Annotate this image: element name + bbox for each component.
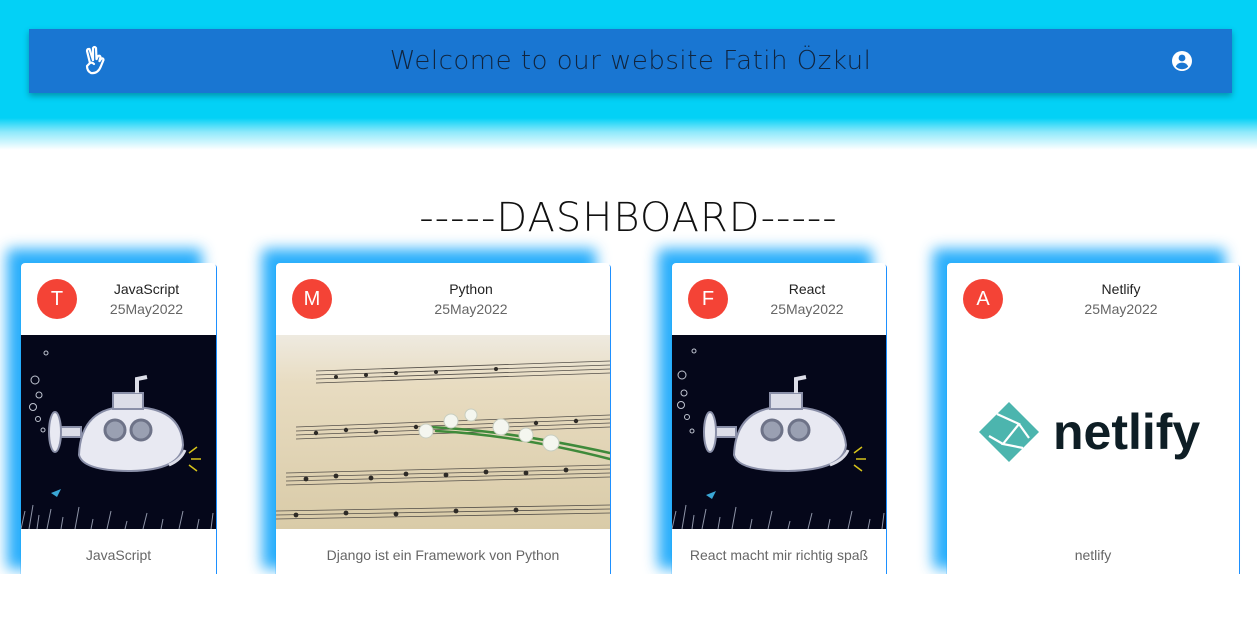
account-circle-icon[interactable]: [1170, 49, 1194, 73]
card-date: 25May2022: [109, 301, 184, 317]
submarine-illustration: [21, 335, 216, 529]
card-header: T JavaScript 25May2022: [21, 263, 216, 335]
app-bar: Welcome to our website Fatih Özkul: [29, 29, 1232, 93]
card-header: A Netlify 25May2022: [947, 263, 1239, 335]
sheet-music-photo: [276, 335, 610, 529]
avatar: M: [292, 279, 332, 319]
card-header: M Python 25May2022: [276, 263, 610, 335]
card-description: React macht mir richtig spaß: [689, 547, 869, 563]
card-description: Django ist ein Framework von Python: [326, 547, 560, 563]
card-python[interactable]: M Python 25May2022 Django ist ein Framew…: [276, 263, 610, 583]
card-netlify[interactable]: A Netlify 25May2022 netlify netlify: [947, 263, 1239, 583]
welcome-title: Welcome to our website Fatih Özkul: [389, 46, 872, 76]
page-bottom: [0, 574, 1257, 630]
submarine-illustration: [672, 335, 886, 529]
dashboard-title: -----DASHBOARD-----: [419, 194, 838, 241]
avatar: T: [37, 279, 77, 319]
card-description: netlify: [1074, 547, 1112, 563]
card-date: 25May2022: [434, 301, 508, 317]
card-description: JavaScript: [85, 547, 152, 563]
card-date: 25May2022: [770, 301, 844, 317]
card-react[interactable]: F React 25May2022 React macht mir richti…: [672, 263, 886, 583]
card-javascript[interactable]: T JavaScript 25May2022 JavaScript: [21, 263, 216, 583]
avatar: A: [963, 279, 1003, 319]
card-title: React: [788, 281, 826, 297]
card-title: JavaScript: [113, 281, 180, 297]
netlify-logo-text: netlify: [1053, 404, 1200, 460]
avatar: F: [688, 279, 728, 319]
card-title: Python: [449, 281, 493, 297]
netlify-logo: netlify: [947, 335, 1239, 529]
card-date: 25May2022: [1084, 301, 1158, 317]
card-header: F React 25May2022: [672, 263, 886, 335]
card-title: Netlify: [1101, 281, 1141, 297]
